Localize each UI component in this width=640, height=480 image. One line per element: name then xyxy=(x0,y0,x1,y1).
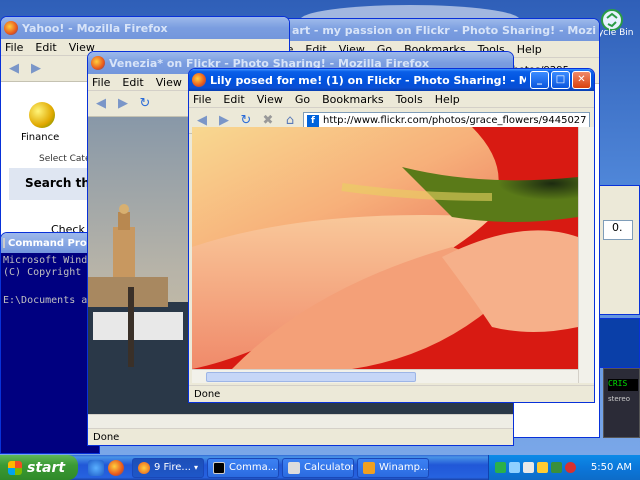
firefox-icon xyxy=(91,56,105,70)
menu-edit[interactable]: Edit xyxy=(122,76,143,89)
cmd-icon xyxy=(213,461,225,474)
lily-photo-image xyxy=(192,127,578,369)
back-icon[interactable]: ◀ xyxy=(5,61,23,77)
winamp-icon xyxy=(363,461,375,474)
yahoo-title: Yahoo! - Mozilla Firefox xyxy=(22,21,168,35)
venezia-hscrollbar[interactable] xyxy=(88,414,513,428)
back-icon[interactable]: ◀ xyxy=(92,96,110,112)
menu-edit[interactable]: Edit xyxy=(223,93,244,106)
task-calculator[interactable]: Calculator xyxy=(282,457,354,478)
system-tray: 5:50 AM xyxy=(488,455,640,480)
lily-vscrollbar[interactable] xyxy=(578,127,594,383)
art-titlebar[interactable]: art - my passion on Flickr - Photo Shari… xyxy=(271,19,599,41)
clock[interactable]: 5:50 AM xyxy=(591,462,632,473)
tray-icon[interactable] xyxy=(523,462,534,473)
cmd-icon xyxy=(3,238,5,248)
side-value-field: 0. xyxy=(603,220,633,240)
menu-file[interactable]: File xyxy=(193,93,211,106)
menu-file[interactable]: File xyxy=(92,76,110,89)
menu-bookmarks[interactable]: Bookmarks xyxy=(322,93,383,106)
menu-tools[interactable]: Tools xyxy=(396,93,423,106)
forward-icon[interactable]: ▶ xyxy=(114,96,132,112)
window-controls: _ □ ✕ xyxy=(530,71,591,89)
firefox-icon xyxy=(192,73,206,87)
menu-go[interactable]: Go xyxy=(295,93,310,106)
lily-title: Lily posed for me! (1) on Flickr - Photo… xyxy=(210,73,526,87)
firefox-icon xyxy=(138,461,150,474)
firefox-icon xyxy=(4,21,18,35)
flickr-favicon: f xyxy=(307,114,319,127)
cmd-console[interactable]: Microsoft Windows (C) Copyright 1 E:\Doc… xyxy=(1,253,99,453)
quick-launch xyxy=(88,459,124,476)
task-label: Winamp... xyxy=(379,462,429,473)
recycle-bin-icon[interactable] xyxy=(596,4,636,44)
cmd-line: (C) Copyright 1 xyxy=(3,267,94,278)
ie-icon[interactable] xyxy=(88,459,104,476)
windows-logo-icon xyxy=(8,460,22,475)
chevron-down-icon: ▾ xyxy=(193,463,198,472)
art-title: art - my passion on Flickr - Photo Shari… xyxy=(292,23,596,37)
menu-view[interactable]: View xyxy=(257,93,283,106)
finance-icon[interactable] xyxy=(29,102,55,128)
task-label: Comma... xyxy=(229,462,278,473)
menu-edit[interactable]: Edit xyxy=(35,41,56,54)
menu-file[interactable]: File xyxy=(5,41,23,54)
close-button[interactable]: ✕ xyxy=(572,71,591,89)
start-button[interactable]: start xyxy=(0,455,78,480)
command-prompt-window[interactable]: Command Prompt Microsoft Windows (C) Cop… xyxy=(0,232,100,454)
yahoo-titlebar[interactable]: Yahoo! - Mozilla Firefox xyxy=(1,17,289,39)
hscroll-thumb[interactable] xyxy=(206,372,416,382)
start-label: start xyxy=(27,459,66,476)
winamp-display: CRIS xyxy=(608,379,638,391)
tray-icon[interactable] xyxy=(537,462,548,473)
maximize-button[interactable]: □ xyxy=(551,71,570,89)
url-text: http://www.flickr.com/photos/grace_flowe… xyxy=(323,115,586,126)
venezia-statusbar: Done xyxy=(88,428,513,445)
tray-icon[interactable] xyxy=(551,462,562,473)
taskbar: start 9 Fire... ▾ Comma... Calculator Wi… xyxy=(0,455,640,480)
menu-help[interactable]: Help xyxy=(517,43,542,56)
partial-window[interactable] xyxy=(598,318,640,368)
tray-icon[interactable] xyxy=(509,462,520,473)
lily-photo xyxy=(192,127,578,369)
lily-menubar: File Edit View Go Bookmarks Tools Help xyxy=(189,91,594,108)
firefox-quicklaunch-icon[interactable] xyxy=(108,459,124,476)
task-command-prompt[interactable]: Comma... xyxy=(207,457,279,478)
winamp-stereo: stereo xyxy=(608,395,631,403)
minimize-button[interactable]: _ xyxy=(530,71,549,89)
menu-view[interactable]: View xyxy=(156,76,182,89)
ati-icon[interactable] xyxy=(565,462,576,473)
lily-titlebar[interactable]: Lily posed for me! (1) on Flickr - Photo… xyxy=(189,69,594,91)
task-label: 9 Fire... xyxy=(154,462,191,473)
lily-hscrollbar[interactable] xyxy=(192,369,578,383)
task-firefox[interactable]: 9 Fire... ▾ xyxy=(132,457,204,478)
forward-icon[interactable]: ▶ xyxy=(27,61,45,77)
cmd-titlebar[interactable]: Command Prompt xyxy=(1,233,99,253)
lily-window[interactable]: Lily posed for me! (1) on Flickr - Photo… xyxy=(188,68,595,403)
finance-label[interactable]: Finance xyxy=(21,132,59,143)
partial-window[interactable]: 0. xyxy=(598,185,640,315)
winamp-player[interactable]: CRIS stereo xyxy=(603,368,640,438)
reload-icon[interactable]: ↻ xyxy=(136,96,154,112)
cmd-line: E:\Documents and xyxy=(3,295,100,306)
task-winamp[interactable]: Winamp... xyxy=(357,457,429,478)
menu-help[interactable]: Help xyxy=(435,93,460,106)
calculator-icon xyxy=(288,461,300,474)
cmd-line: Microsoft Windows xyxy=(3,255,100,266)
lily-statusbar: Done xyxy=(189,385,594,402)
network-icon[interactable] xyxy=(495,462,506,473)
task-label: Calculator xyxy=(304,462,354,473)
